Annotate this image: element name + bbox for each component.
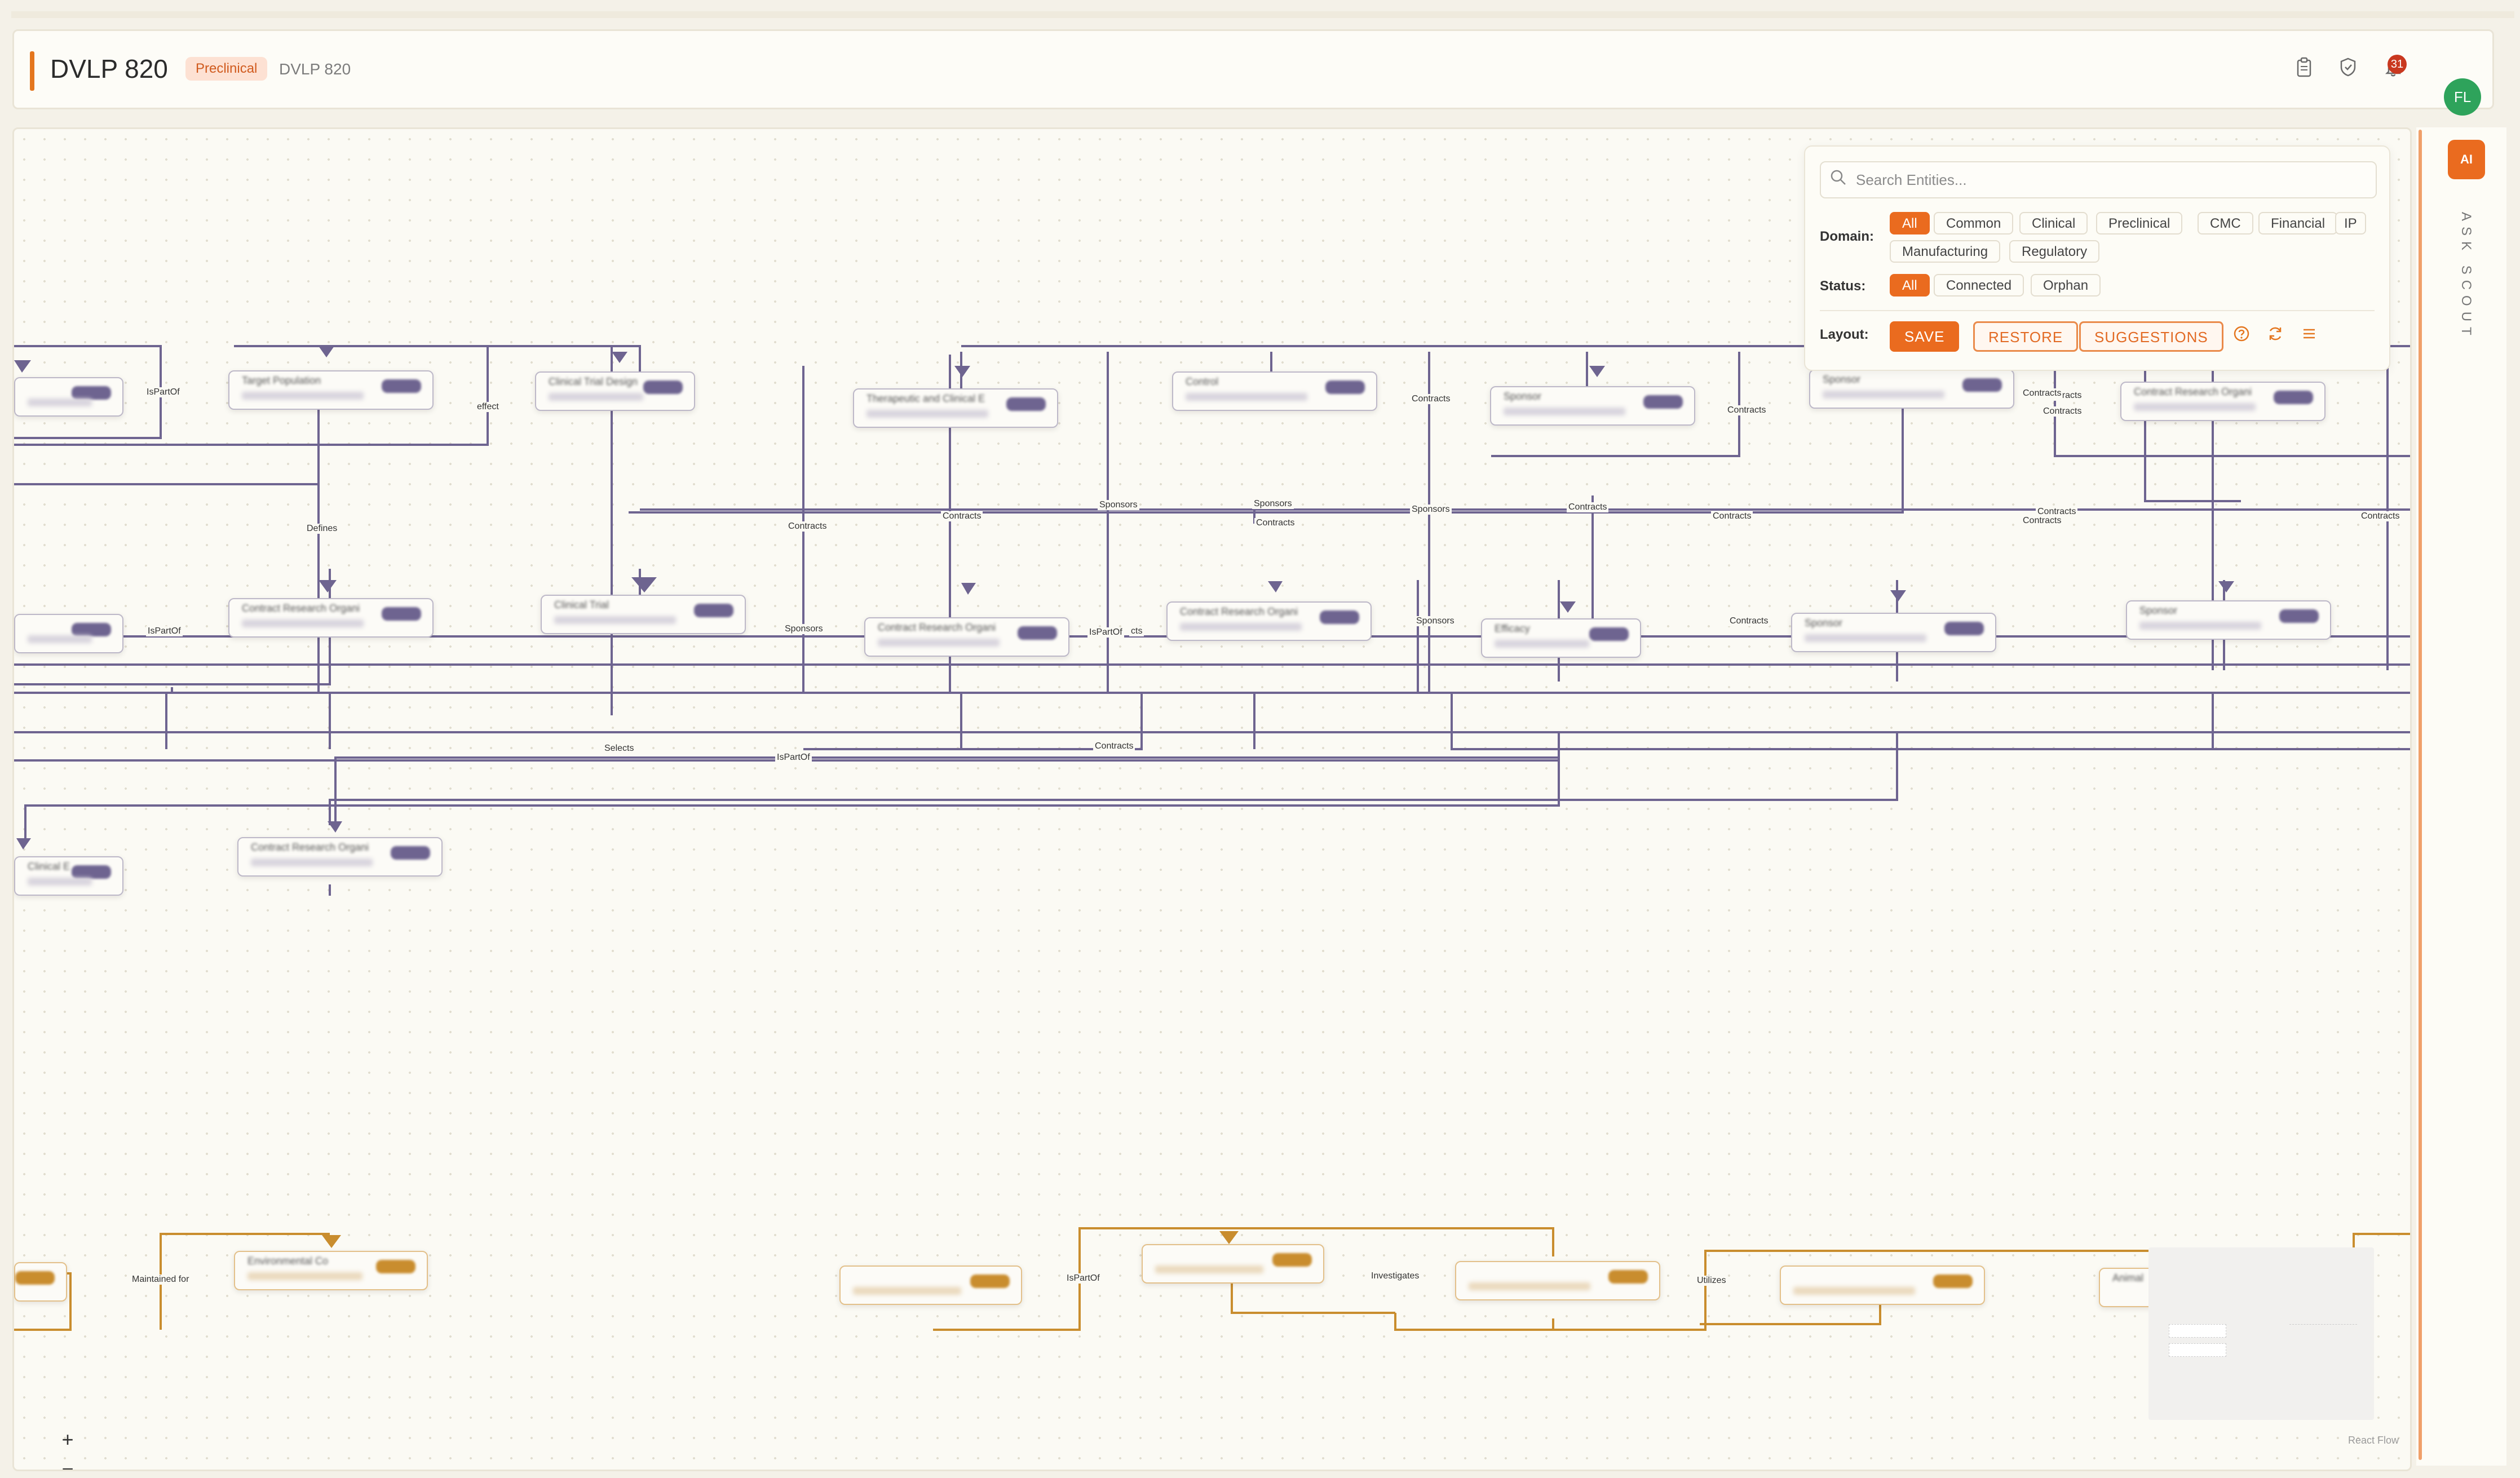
minimap[interactable] — [2148, 1247, 2374, 1420]
save-layout-button[interactable]: SAVE — [1890, 321, 1960, 352]
edge-label: Contracts — [2359, 511, 2402, 521]
status-chip-connected[interactable]: Connected — [1934, 274, 2024, 297]
edge-label: Contracts — [1567, 502, 1609, 512]
edge-label: Investigates — [1369, 1271, 1421, 1281]
domain-label: Domain: — [1820, 229, 1874, 244]
page-title: DVLP 820 — [50, 54, 168, 83]
graph-node[interactable]: Clinical Trial Design — [535, 371, 695, 411]
ask-scout-panel: AI ASK SCOUT — [2416, 127, 2506, 1466]
edge-label: IsPartOf — [1087, 627, 1124, 638]
search-icon — [1830, 169, 1847, 191]
clipboard-icon[interactable] — [2292, 57, 2316, 82]
graph-node[interactable] — [839, 1265, 1022, 1305]
edge-label: Contracts — [1093, 741, 1135, 751]
layout-label: Layout: — [1820, 327, 1869, 342]
ask-scout-label[interactable]: ASK SCOUT — [2458, 212, 2474, 341]
zoom-controls: + − ⛶ 🔒 — [52, 1426, 83, 1470]
edge-label: Sponsors — [1252, 499, 1294, 509]
search-box — [1820, 161, 2377, 198]
graph-node[interactable]: Control — [1172, 371, 1377, 411]
edge-label: Contracts — [1254, 518, 1297, 528]
edge-label: Sponsors — [1410, 505, 1452, 515]
edge-label: Contracts — [2021, 516, 2063, 526]
edge-label: IsPartOf — [1065, 1273, 1102, 1284]
suggestions-button[interactable]: SUGGESTIONS — [2079, 321, 2223, 352]
edge-label: Maintained for — [130, 1275, 191, 1285]
top-strip — [11, 11, 2514, 18]
title-accent-bar — [30, 51, 34, 91]
graph-node[interactable]: Sponsor — [1791, 613, 1996, 652]
domain-chip-ip[interactable]: IP — [2335, 212, 2366, 234]
domain-chip-common[interactable]: Common — [1934, 212, 2014, 234]
phase-badge: Preclinical — [185, 57, 268, 81]
edge-label: IsPartOf — [146, 626, 183, 636]
graph-node[interactable]: Sponsor — [2126, 600, 2331, 640]
domain-chip-clinical[interactable]: Clinical — [2019, 212, 2088, 234]
zoom-out-button[interactable]: − — [52, 1455, 83, 1470]
edge-label: Contracts — [2041, 406, 2084, 417]
graph-node[interactable]: Sponsor — [1490, 386, 1695, 426]
edge-label: Sponsors — [1414, 616, 1456, 626]
domain-chip-all[interactable]: All — [1890, 212, 1930, 234]
graph-node[interactable]: Contract Research Organi — [228, 598, 434, 638]
edge-label: Contracts — [1410, 394, 1452, 404]
edge-label: Utilizes — [1695, 1276, 1728, 1286]
graph-node[interactable] — [14, 1262, 67, 1302]
panel-accent-line — [2419, 130, 2422, 1460]
zoom-in-button[interactable]: + — [52, 1426, 83, 1454]
search-input[interactable] — [1855, 168, 2364, 192]
edge-label: IsPartOf — [775, 753, 812, 763]
edge-label: Contracts — [786, 521, 829, 532]
restore-layout-button[interactable]: RESTORE — [1973, 321, 2079, 352]
graph-node[interactable] — [14, 614, 123, 653]
edge-label: Defines — [305, 524, 339, 534]
graph-node[interactable]: Sponsor — [1809, 369, 2014, 409]
graph-node[interactable]: Clinical Trial — [541, 595, 746, 634]
edge-label: Sponsors — [1098, 500, 1139, 510]
edge-label: IsPartOf — [145, 387, 182, 397]
edge-label: Contracts — [1711, 511, 1753, 521]
user-avatar[interactable]: FL — [2444, 78, 2481, 116]
graph-node[interactable] — [1455, 1261, 1660, 1300]
refresh-icon[interactable] — [2264, 325, 2287, 347]
panel-divider — [1820, 310, 2375, 311]
edge-label: Sponsors — [783, 624, 825, 634]
help-icon[interactable] — [2230, 325, 2253, 347]
domain-chip-manufacturing[interactable]: Manufacturing — [1890, 240, 2001, 263]
domain-chip-regulatory[interactable]: Regulatory — [2009, 240, 2100, 263]
status-chip-all[interactable]: All — [1890, 274, 1930, 297]
edge-label: Contracts — [2021, 388, 2063, 399]
menu-icon[interactable] — [2298, 325, 2320, 347]
graph-node[interactable] — [1142, 1244, 1324, 1284]
graph-node[interactable]: Contract Research Organi — [2120, 382, 2326, 421]
status-label: Status: — [1820, 278, 1866, 294]
notification-count-badge: 31 — [2388, 55, 2407, 74]
graph-node[interactable]: Contract Research Organi — [864, 617, 1069, 657]
domain-chip-cmc[interactable]: CMC — [2198, 212, 2253, 234]
graph-node[interactable]: Environmental Co — [234, 1251, 428, 1290]
edge-label: effect — [475, 402, 501, 412]
graph-node[interactable]: Efficacy — [1481, 618, 1641, 658]
graph-node[interactable]: Therapeutic and Clinical E — [853, 388, 1058, 428]
filter-panel: Domain: All Common Clinical Preclinical … — [1804, 145, 2390, 371]
edge-label: Contracts — [941, 511, 983, 521]
page-header: DVLP 820 Preclinical DVLP 820 31 FL — [12, 29, 2494, 116]
edge-label: cts — [1129, 626, 1144, 636]
graph-node[interactable]: Contract Research Organi — [237, 837, 443, 877]
domain-chip-preclinical[interactable]: Preclinical — [2096, 212, 2183, 234]
status-chip-orphan[interactable]: Orphan — [2031, 274, 2101, 297]
graph-node[interactable] — [1780, 1265, 1985, 1305]
edge-label: Contracts — [1726, 405, 1768, 415]
react-flow-attribution[interactable]: React Flow — [2348, 1435, 2399, 1446]
graph-node[interactable]: Target Population — [228, 370, 434, 410]
ai-button[interactable]: AI — [2448, 140, 2485, 179]
graph-node[interactable]: Clinical E — [14, 856, 123, 896]
page-subtitle: DVLP 820 — [279, 60, 351, 78]
graph-node[interactable] — [14, 377, 123, 417]
domain-chip-financial[interactable]: Financial — [2258, 212, 2338, 234]
edge-label: Contracts — [1728, 616, 1770, 626]
shield-check-icon[interactable] — [2336, 57, 2360, 82]
edge-label: Selects — [603, 744, 636, 754]
graph-node[interactable]: Contract Research Organi — [1166, 601, 1372, 641]
